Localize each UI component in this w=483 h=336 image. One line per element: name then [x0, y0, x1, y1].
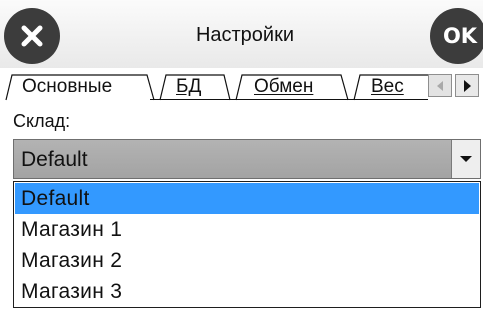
- chevron-down-icon: [460, 156, 472, 162]
- warehouse-label: Склад:: [13, 111, 71, 131]
- close-button[interactable]: [4, 8, 60, 64]
- warehouse-option-store-1[interactable]: Магазин 1: [15, 214, 479, 245]
- page-title: Настройки: [195, 24, 295, 46]
- tab-osnovnye[interactable]: Основные: [22, 76, 112, 98]
- warehouse-selected-value: Default: [21, 148, 88, 171]
- warehouse-select[interactable]: Default: [13, 139, 481, 179]
- tab-obmen[interactable]: Обмен: [254, 76, 313, 98]
- tab-ves[interactable]: Вес: [371, 76, 404, 98]
- settings-screen: Настройки OK Основные БД Обмен Вес Склад…: [0, 0, 483, 336]
- chevron-right-icon: [463, 79, 471, 92]
- warehouse-option-store-2[interactable]: Магазин 2: [15, 245, 479, 276]
- warehouse-option-store-3[interactable]: Магазин 3: [15, 276, 479, 307]
- tab-bar: Основные БД Обмен Вес: [0, 68, 483, 102]
- warehouse-dropdown-list: Default Магазин 1 Магазин 2 Магазин 3: [13, 181, 481, 308]
- header-bar: Настройки OK: [0, 0, 483, 68]
- tab-scroll-right-button[interactable]: [455, 74, 479, 97]
- tab-scroll-left-button[interactable]: [428, 74, 452, 97]
- close-icon: [21, 25, 43, 47]
- dropdown-toggle[interactable]: [451, 140, 480, 178]
- ok-button[interactable]: OK: [430, 8, 483, 64]
- tab-bd[interactable]: БД: [176, 76, 201, 98]
- chevron-left-icon: [437, 80, 443, 91]
- ok-label: OK: [442, 24, 478, 48]
- warehouse-option-default[interactable]: Default: [15, 183, 479, 214]
